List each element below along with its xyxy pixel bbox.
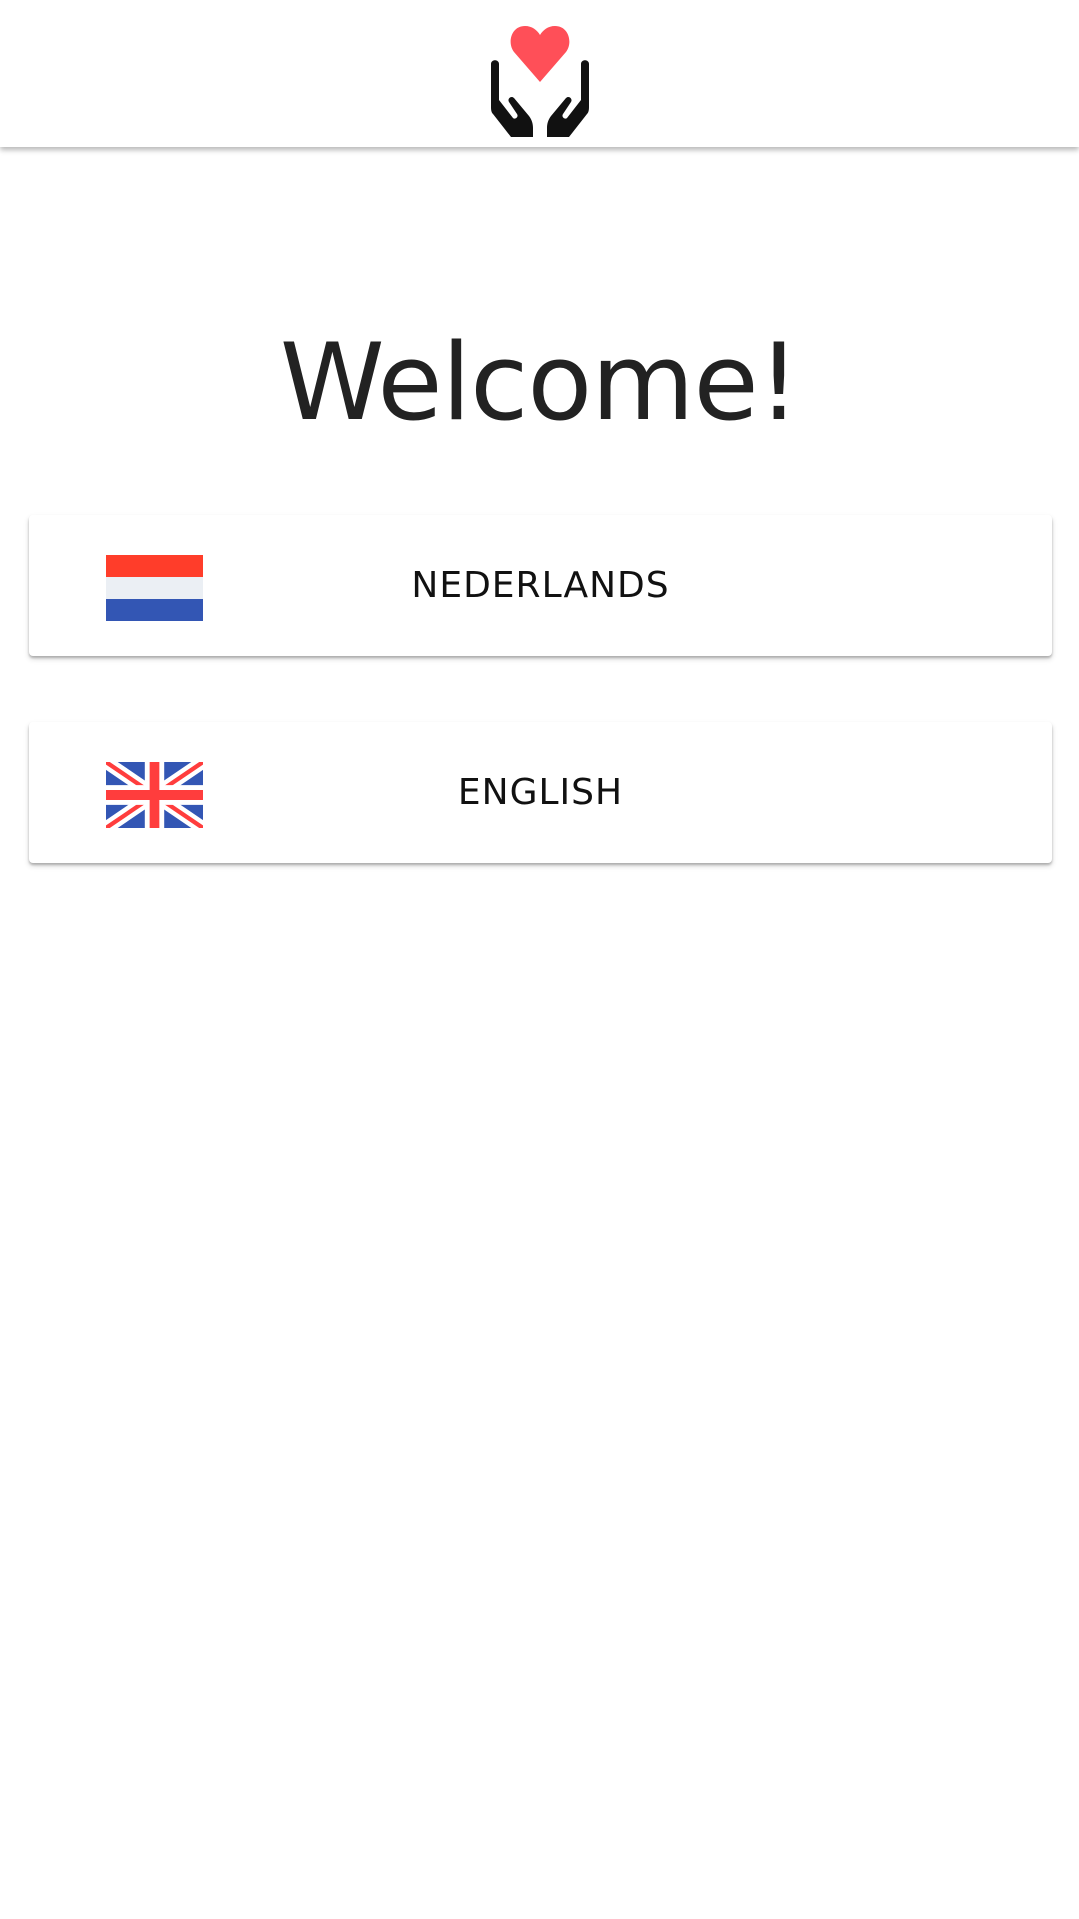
welcome-title: Welcome!	[279, 321, 800, 444]
hands-holding-heart-icon	[483, 20, 597, 142]
language-button-english[interactable]: ENGLISH	[29, 722, 1052, 863]
app-header	[0, 0, 1079, 147]
netherlands-flag-icon	[106, 555, 203, 621]
language-button-nederlands[interactable]: NEDERLANDS	[29, 515, 1052, 656]
united-kingdom-flag-icon	[106, 762, 203, 828]
